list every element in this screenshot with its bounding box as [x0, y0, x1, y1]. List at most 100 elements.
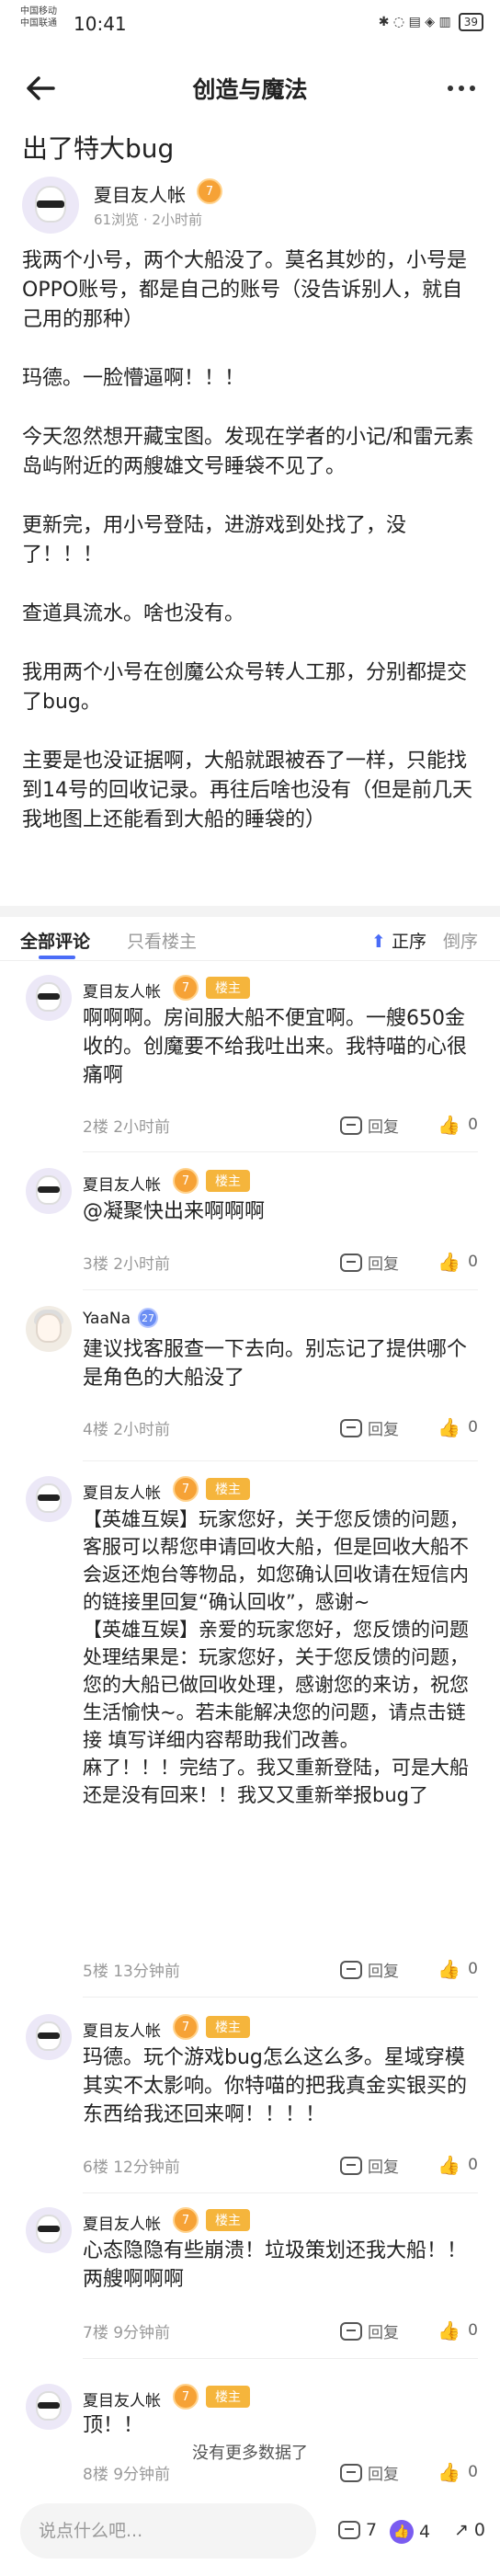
post-time: 2小时前	[152, 212, 202, 228]
owner-badge: 楼主	[206, 977, 250, 999]
comment-divider	[83, 1997, 478, 1998]
section-divider	[0, 906, 500, 917]
avatar-glasses	[38, 2226, 60, 2232]
more-options-button[interactable]	[441, 68, 482, 109]
level-badge: 7	[173, 2207, 199, 2233]
like-count: 0	[468, 1253, 478, 1271]
thumbs-up-icon: 👍	[438, 1958, 461, 1980]
comment-text: 建议找客服查一下去向。别忘记了提供哪个是角色的大船没了	[83, 1338, 468, 1390]
like-button[interactable]: 👍 0	[438, 2461, 478, 2483]
like-button[interactable]: 👍 0	[438, 1251, 478, 1273]
comments-button[interactable]: 7	[338, 2520, 377, 2540]
like-button[interactable]: 👍 0	[438, 1416, 478, 1438]
thumbs-up-icon: 👍	[438, 2461, 461, 2483]
floor-number: 7楼	[83, 2324, 108, 2342]
comment-author[interactable]: YaaNa	[83, 1310, 131, 1328]
reply-label: 回复	[368, 1421, 399, 1439]
comment-text: 心态隐隐有些崩溃！垃圾策划还我大船！！两艘啊啊啊	[83, 2239, 468, 2291]
reply-button[interactable]: 回复	[340, 2461, 399, 2484]
avatar[interactable]	[26, 975, 72, 1021]
comment-author[interactable]: 夏目友人帐	[83, 2211, 161, 2234]
comment-item: 夏目友人帐 7 楼主 @凝聚快出来啊啊啊 3楼 2小时前 回复 👍 0	[0, 1168, 500, 1290]
avatar[interactable]	[26, 1168, 72, 1214]
status-icons: ✱ ◌ ▤ ◈ ▥ 39	[379, 13, 483, 31]
avatar[interactable]	[26, 1476, 72, 1522]
comment-footer: 7楼 9分钟前 回复 👍 0	[83, 2316, 478, 2343]
like-button[interactable]: 👍 0	[438, 2319, 478, 2341]
post-paragraph: 查道具流水。啥也没有。	[22, 602, 245, 625]
avatar-glasses	[38, 993, 60, 1000]
reply-label: 回复	[368, 2324, 399, 2342]
comment-item: 夏目友人帐 7 楼主 顶！！ 8楼 9分钟前 回复 👍 0	[0, 2384, 500, 2484]
comment-tabs: 全部评论 只看楼主 ⬆ 正序 倒序	[0, 917, 500, 961]
comment-footer: 6楼 12分钟前 回复 👍 0	[83, 2150, 478, 2178]
floor-number: 5楼	[83, 1963, 108, 1981]
floor-number: 3楼	[83, 1255, 108, 1274]
comment-footer: 5楼 13分钟前 回复 👍 0	[83, 1954, 478, 1982]
tab-all-comments[interactable]: 全部评论	[20, 928, 90, 959]
reply-label: 回复	[368, 1963, 399, 1981]
avatar[interactable]	[26, 1306, 72, 1352]
avatar-glasses	[37, 200, 64, 208]
owner-badge: 楼主	[206, 1170, 250, 1192]
post-paragraph: 玛德。一脸懵逼啊！！！	[22, 367, 245, 390]
share-count: 0	[473, 2520, 486, 2540]
carrier-1: 中国移动	[20, 6, 57, 17]
post-paragraph: 我用两个小号在创魔公众号转人工那，分别都提交了bug。	[22, 661, 468, 714]
thumbs-up-icon: 👍	[390, 2520, 414, 2544]
comment-footer: 3楼 2小时前 回复 👍 0	[83, 1247, 478, 1275]
share-button[interactable]: ↗ 0	[454, 2520, 485, 2540]
comment-author[interactable]: 夏目友人帐	[83, 1172, 161, 1195]
comment-input[interactable]: 说点什么吧...	[20, 2503, 316, 2559]
like-button[interactable]: 👍 0	[438, 2154, 478, 2176]
comment-badges: 7 楼主	[173, 1168, 250, 1194]
author-name[interactable]: 夏目友人帐	[94, 180, 186, 207]
post-paragraph: 更新完，用小号登陆，进游戏到处找了，没了！！！	[22, 514, 407, 567]
comment-time: 2小时前	[113, 1255, 171, 1274]
sort-asc-button[interactable]: ⬆ 正序	[371, 928, 426, 953]
like-count: 0	[468, 2156, 478, 2174]
reply-button[interactable]: 回复	[340, 2154, 399, 2177]
comment-divider	[83, 1289, 478, 1290]
page-title: 创造与魔法	[192, 76, 308, 103]
thumbs-up-icon: 👍	[438, 1416, 461, 1438]
avatar[interactable]	[22, 177, 79, 234]
like-post-button[interactable]: 👍 4	[390, 2520, 430, 2544]
comment-item: 夏目友人帐 7 楼主 啊啊啊。房间服大船不便宜啊。一艘650金收的。创魔要不给我…	[0, 975, 500, 1152]
comment-meta: 2楼 2小时前	[83, 1114, 170, 1137]
level-badge: 7	[197, 178, 222, 204]
comment-author[interactable]: 夏目友人帐	[83, 979, 161, 1002]
sort-desc-button[interactable]: 倒序	[443, 928, 478, 953]
post-paragraph: 今天忽然想开藏宝图。发现在学者的小记/和雷元素岛屿附近的两艘雄文号睡袋不见了。	[22, 426, 474, 478]
arrow-up-icon: ⬆	[371, 932, 386, 952]
reply-button[interactable]: 回复	[340, 1416, 399, 1439]
back-button[interactable]	[20, 68, 61, 109]
comment-footer: 4楼 2小时前 回复 👍 0	[83, 1413, 478, 1440]
comment-text: 【英雄互娱】玩家您好，关于您反馈的问题，客服可以帮您申请回收大船，但是回收大船不…	[83, 1508, 469, 1806]
sort-controls: ⬆ 正序 倒序	[371, 928, 478, 953]
comment-text: 啊啊啊。房间服大船不便宜啊。一艘650金收的。创魔要不给我吐出来。我特喵的心很痛…	[83, 1007, 468, 1087]
comment-divider	[83, 2358, 478, 2359]
comment-time: 12分钟前	[113, 2158, 180, 2177]
comment-item: 夏目友人帐 7 楼主 玛德。玩个游戏bug怎么这么多。星域穿模其实不太影响。你特…	[0, 2014, 500, 2193]
tab-owner-only[interactable]: 只看楼主	[127, 928, 197, 953]
like-button[interactable]: 👍 0	[438, 1958, 478, 1980]
comment-bubble-icon	[338, 2521, 360, 2539]
owner-badge: 楼主	[206, 1478, 250, 1500]
comment-text: 顶！！	[83, 2414, 144, 2437]
avatar-face	[36, 1313, 62, 1343]
comment-author[interactable]: 夏目友人帐	[83, 2387, 161, 2410]
avatar[interactable]	[26, 2014, 72, 2060]
reply-button[interactable]: 回复	[340, 1958, 399, 1981]
level-badge: 27	[138, 1308, 158, 1328]
comment-author[interactable]: 夏目友人帐	[83, 2018, 161, 2041]
reply-button[interactable]: 回复	[340, 1114, 399, 1137]
like-button[interactable]: 👍 0	[438, 1114, 478, 1136]
comment-author[interactable]: 夏目友人帐	[83, 1480, 161, 1503]
reply-button[interactable]: 回复	[340, 2319, 399, 2342]
level-badge: 7	[173, 975, 199, 1001]
avatar[interactable]	[26, 2384, 72, 2430]
thumbs-up-icon: 👍	[438, 2319, 461, 2341]
reply-button[interactable]: 回复	[340, 1251, 399, 1274]
avatar[interactable]	[26, 2207, 72, 2253]
